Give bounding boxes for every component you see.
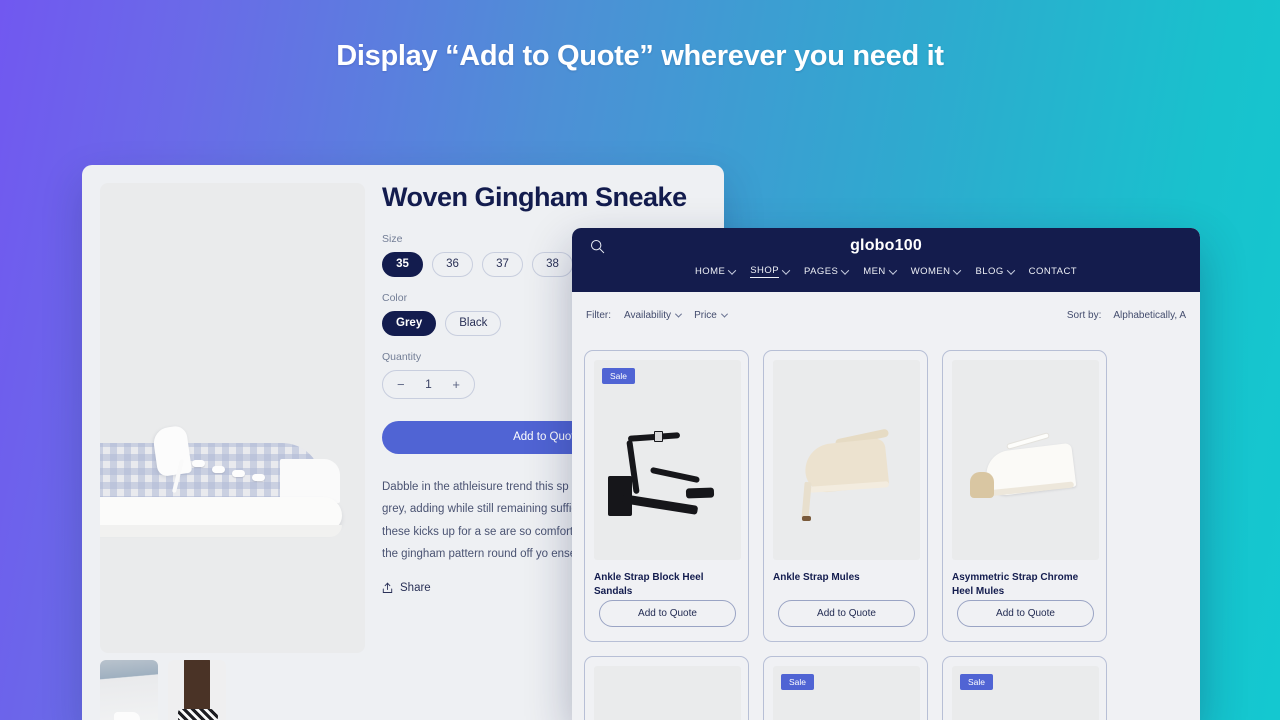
nav-label-home: HOME: [694, 266, 726, 277]
filter-bar: Filter: Availability Price Sort by: Alph…: [572, 292, 1200, 338]
size-option-37[interactable]: 37: [482, 251, 523, 277]
size-option-35[interactable]: 35: [382, 251, 423, 277]
store-header: globo100 HOME SHOP PAGES MEN WOMEN BLOG …: [572, 228, 1200, 292]
nav-label-women: WOMEN: [910, 266, 951, 277]
nav-label-pages: PAGES: [804, 266, 839, 277]
product-card-title: Asymmetric Strap Chrome Heel Mules: [952, 572, 1079, 597]
product-gallery-main-image[interactable]: [100, 183, 365, 653]
card-add-to-quote-button[interactable]: Add to Quote: [957, 600, 1094, 627]
quantity-decrement-button[interactable]: −: [397, 377, 405, 392]
card-add-to-quote-button[interactable]: Add to Quote: [778, 600, 915, 627]
sneaker-lace-1: [192, 460, 205, 467]
store-logo[interactable]: globo100: [572, 237, 1200, 255]
sale-badge: Sale: [960, 674, 994, 690]
nav-item-men[interactable]: MEN: [863, 265, 897, 277]
sneaker-lace-4: [252, 474, 265, 481]
sort-by-label: Sort by:: [1066, 309, 1102, 321]
nav-label-men: MEN: [863, 266, 886, 277]
sale-badge: Sale: [602, 368, 636, 384]
sneaker-sole-shadow: [100, 525, 342, 537]
product-grid: Sale Ankle Strap Block Heel Sandals Add …: [584, 350, 1200, 720]
filter-availability[interactable]: Availability: [624, 309, 683, 321]
nav-item-contact[interactable]: CONTACT: [1029, 266, 1077, 277]
filter-label: Filter:: [586, 309, 611, 321]
product-image[interactable]: Sale: [952, 666, 1099, 720]
product-image[interactable]: Sale: [773, 666, 920, 720]
product-image[interactable]: [594, 666, 741, 720]
quantity-value: 1: [425, 377, 432, 392]
chevron-down-icon: [781, 265, 791, 275]
sneaker-lace-2: [212, 466, 225, 473]
chevron-down-icon: [720, 310, 728, 318]
nav-label-shop: SHOP: [750, 265, 779, 278]
product-card[interactable]: Asymmetric Strap Chrome Heel Mules Add t…: [942, 350, 1107, 642]
product-card[interactable]: Sale: [763, 656, 928, 720]
nav-label-contact: CONTACT: [1028, 266, 1078, 277]
headline: Display “Add to Quote” wherever you need…: [336, 40, 944, 72]
shoe-art-chrome-heel-mule: [952, 360, 1099, 560]
size-option-38[interactable]: 38: [532, 251, 573, 277]
product-title: Woven Gingham Sneake: [382, 182, 687, 212]
filter-price-label: Price: [694, 309, 717, 321]
chevron-down-icon: [953, 265, 962, 275]
quantity-stepper[interactable]: − 1 +: [382, 369, 475, 399]
thumbnail-2[interactable]: [168, 660, 226, 720]
shoe-art-ankle-strap-mule: [773, 360, 920, 560]
nav-item-shop[interactable]: SHOP: [750, 265, 791, 278]
product-image[interactable]: [952, 360, 1099, 560]
store-main-nav: HOME SHOP PAGES MEN WOMEN BLOG CONTACT: [572, 265, 1200, 278]
product-card[interactable]: Ankle Strap Mules Add to Quote: [763, 350, 928, 642]
shoe-art-chrome-pump: [594, 666, 741, 720]
share-label: Share: [400, 582, 431, 595]
product-card[interactable]: Asymmetric Strap Chrome Pumps Add to Quo…: [584, 656, 749, 720]
filter-availability-label: Availability: [624, 309, 672, 321]
promo-banner: Display “Add to Quote” wherever you need…: [0, 0, 1280, 720]
chevron-down-icon: [888, 265, 897, 275]
nav-item-home[interactable]: HOME: [694, 265, 737, 277]
nav-label-blog: BLOG: [975, 266, 1004, 277]
chevron-down-icon: [675, 310, 683, 318]
storefront-window: globo100 HOME SHOP PAGES MEN WOMEN BLOG …: [572, 228, 1200, 720]
product-image[interactable]: [773, 360, 920, 560]
nav-item-pages[interactable]: PAGES: [804, 265, 850, 277]
shoe-art-block-heel-sandal: [594, 360, 741, 560]
chevron-down-icon: [841, 265, 850, 275]
color-option-black[interactable]: Black: [445, 310, 502, 336]
product-card-title: Ankle Strap Mules: [773, 572, 860, 583]
share-icon: [382, 583, 393, 594]
filter-price[interactable]: Price: [694, 309, 728, 321]
nav-item-women[interactable]: WOMEN: [910, 265, 962, 277]
chevron-down-icon: [728, 265, 737, 275]
product-card[interactable]: Sale Ankle Strap Block Heel Sandals Add …: [584, 350, 749, 642]
sneaker-tongue: [151, 424, 193, 478]
color-option-grey[interactable]: Grey: [382, 310, 437, 336]
product-card-title: Ankle Strap Block Heel Sandals: [594, 572, 704, 597]
sale-badge: Sale: [781, 674, 815, 690]
quantity-increment-button[interactable]: +: [452, 377, 460, 392]
product-card[interactable]: Sale: [942, 656, 1107, 720]
product-thumbnail-strip: [100, 660, 226, 720]
card-add-to-quote-button[interactable]: Add to Quote: [599, 600, 736, 627]
sneaker-lace-3: [232, 470, 245, 477]
product-image[interactable]: Sale: [594, 360, 741, 560]
nav-item-blog[interactable]: BLOG: [975, 265, 1015, 277]
size-option-36[interactable]: 36: [432, 251, 473, 277]
sort-by-value[interactable]: Alphabetically, A: [1113, 310, 1186, 321]
thumbnail-1[interactable]: [100, 660, 158, 720]
chevron-down-icon: [1006, 265, 1015, 275]
